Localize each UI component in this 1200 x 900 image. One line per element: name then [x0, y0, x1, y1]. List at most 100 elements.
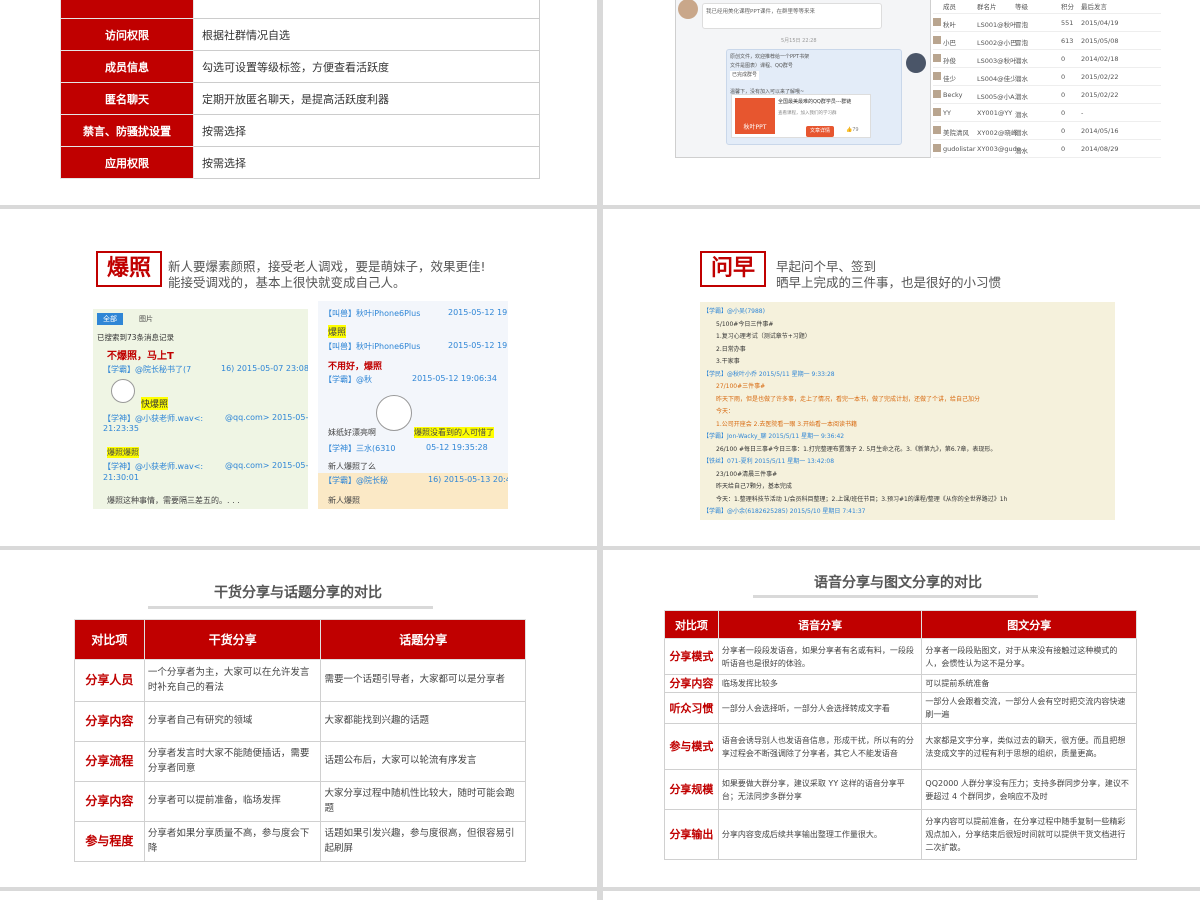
member-name: 孙俊: [943, 57, 956, 65]
slide-partial: [603, 891, 1200, 900]
slide-photo-tag[interactable]: 爆照 新人要爆素颜照，接受老人调戏，要是萌妹子，效果更佳! 能接受调戏的，基本上…: [0, 209, 597, 546]
chat-sender: 【学神】@小获老师.wav<:: [103, 414, 204, 423]
member-name: 秋叶: [943, 21, 956, 29]
avatar: [933, 18, 941, 26]
member-row[interactable]: Becky LS005@小A.. 潜水 0 2015/02/22: [933, 86, 1161, 104]
row-key: 分享流程: [74, 741, 145, 782]
chat-line: 3.干家事: [716, 358, 740, 365]
share-card[interactable]: 秋叶PPT 全国最美最难的QQ群学员---群链 查看课程，加入我们的学习群 文章…: [731, 94, 871, 138]
section-desc: 早起问个早、签到 晒早上完成的三件事，也是很好的小习惯: [776, 259, 1001, 291]
chat-line: 今天：1.整理科技节活动 1/会员科目整理；2.上课/班任节目；3.预习#1的课…: [716, 495, 1008, 503]
member-name: 小巴: [943, 39, 956, 47]
member-level: 潜水: [1015, 93, 1028, 101]
slide-chat-members[interactable]: 我已经用美化课程PPT课件，在群里等等来来 5月15日 22:28 原创文件，欢…: [603, 0, 1200, 205]
slide-compare-dry-vs-topic[interactable]: 干货分享与话题分享的对比 对比项 干货分享 话题分享 分享人员 一个分享者为主，大家可以…: [0, 550, 597, 887]
member-row[interactable]: gudolistar XY003@gudo.. 潜水 0 2014/08/29: [933, 140, 1161, 158]
member-card: XY001@YY: [977, 109, 1013, 117]
member-points: 0: [1061, 55, 1066, 63]
table-header-row: 对比项 干货分享 话题分享: [74, 619, 526, 660]
avatar: [933, 90, 941, 98]
cell: 话题公布后，大家可以轮流有序发言: [320, 741, 526, 782]
member-points: 0: [1061, 145, 1066, 153]
cell: 如果要做大群分享，建议采取 YY 这样的语音分享平台；无法同步多群分享: [717, 769, 923, 810]
member-points: 0: [1061, 91, 1066, 99]
chat-history-screenshot: 【叫兽】秋叶iPhone6Plus 2015-05-12 19:01 爆照 【叫…: [318, 301, 508, 509]
member-points: 0: [1061, 109, 1066, 117]
column-header: 等级: [1015, 3, 1028, 11]
compare-table: 对比项 干货分享 话题分享 分享人员 一个分享者为主，大家可以在允许发言时补充自己的看法…: [74, 619, 526, 862]
chat-line: 【学民】@秋叶小乔 2015/5/11 星期一 9:33:28: [703, 370, 835, 378]
cell: 分享者如果分享质量不高，参与度会下降: [143, 821, 322, 862]
row-key: 应用权限: [60, 146, 194, 179]
avatar: [933, 126, 941, 134]
table-row: 分享人员 一个分享者为主，大家可以在允许发言时补充自己的看法 需要一个话题引导者，大…: [74, 659, 526, 702]
table-row: 访问权限 根据社群情况自选: [60, 18, 540, 51]
column-header: 群名片: [977, 3, 997, 11]
card-button[interactable]: 文章详情: [806, 126, 835, 137]
row-key: 分享内容: [664, 674, 719, 693]
member-level: 潜水: [1015, 129, 1028, 137]
chat-time: 2015-05-12 19:06:34: [412, 374, 497, 383]
chat-line: 已完成群号: [730, 71, 760, 80]
cell: 分享内容可以提前准备，在分享过程中随手复制一些精彩观点加入，分享结束后很短时间就…: [921, 809, 1137, 860]
row-key: 访问权限: [60, 18, 194, 51]
chat-sender: 【学神】三水(6310: [324, 444, 396, 453]
chat-message: 不用好，爆照: [328, 362, 383, 372]
table-row: 应用权限 按需选择: [60, 146, 540, 179]
member-row[interactable]: 孙俊 LS003@秋叶.. 潜水 0 2014/02/18: [933, 50, 1161, 68]
chat-bubble: 我已经用美化课程PPT课件，在群里等等来来: [702, 3, 882, 29]
member-card: XY002@晓峰: [977, 129, 1018, 137]
member-level: 潜水: [1015, 111, 1028, 119]
member-header: 成员 群名片 等级 积分 最后发言: [933, 0, 1161, 14]
chat-time: @qq.com> 2015-05-: [225, 413, 308, 422]
cell: 大家都能找到兴趣的话题: [320, 701, 526, 742]
chat-line: 23/100#清晨三件事#: [716, 470, 778, 478]
compare-table: 对比项 语音分享 图文分享 分享模式 分享者一段段发语音，如果分享者有名或有料，一段段听…: [664, 610, 1137, 860]
chat-message: 爆照: [328, 325, 347, 338]
member-row[interactable]: 美院清风 XY002@晓峰 潜水 0 2014/05/16: [933, 122, 1161, 140]
chat-line: 5/100#今日三件事#: [716, 320, 774, 328]
slide-qq-permissions[interactable]: 访问权限 根据社群情况自选 成员信息 勾选可设置等级标签，方便查看活跃度 匿名聊天定…: [0, 0, 597, 205]
desc-line: 晒早上完成的三件事，也是很好的小习惯: [776, 275, 1002, 290]
permission-table: 访问权限 根据社群情况自选 成员信息 勾选可设置等级标签，方便查看活跃度 匿名聊天定…: [60, 0, 540, 179]
chat-date: 21:23:35: [103, 424, 139, 433]
member-row[interactable]: YY XY001@YY 潜水 0 -: [933, 104, 1161, 122]
row-key: 参与模式: [664, 723, 719, 770]
row-key: 听众习惯: [664, 692, 719, 724]
cell: 分享者可以提前准备，临场发挥: [143, 781, 322, 822]
row-value: 勾选可设置等级标签，方便查看活跃度: [193, 50, 540, 83]
chat-line: 2.日常办事: [716, 345, 746, 353]
chat-time: 2015-05-12 19:02: [448, 341, 508, 350]
member-name: 佳少: [943, 75, 956, 83]
like-count: 79: [852, 127, 859, 133]
member-date: 2015/05/08: [1081, 37, 1119, 45]
member-name: 美院清风: [943, 129, 969, 137]
chat-line: 今天：: [716, 408, 735, 415]
chat-line: 原创文件，欢迎推荐给一个PPT书架: [730, 54, 810, 60]
member-date: 2014/02/18: [1081, 55, 1119, 63]
column-header: 语音分享: [717, 610, 923, 639]
chat-sender: 【学霸】@院长秘书了(7: [103, 365, 192, 374]
table-row: 分享规模 如果要做大群分享，建议采取 YY 这样的语音分享平台；无法同步多群分享 Q…: [664, 769, 1137, 810]
chat-line: 26/100 #每日三事#今日三事：1.打完整理布置簿子 2. 5月生命之花。3…: [716, 445, 997, 453]
chat-line: 【学霸】@小吴(7988): [703, 308, 765, 315]
desc-line: 能接受调戏的，基本上很快就变成自己人。: [168, 275, 406, 290]
member-row[interactable]: 秋叶 LS001@秋叶 冒泡 551 2015/04/19: [933, 14, 1161, 32]
member-name: Becky: [943, 91, 963, 99]
table-row: 参与程度 分享者如果分享质量不高，参与度会下降 话题如果引发兴趣，参与度很高，但很容…: [74, 821, 526, 862]
member-level: 冒泡: [1015, 21, 1028, 29]
row-value: 按需选择: [193, 114, 540, 147]
row-value: 按需选择: [193, 146, 540, 179]
table-row: 禁言、防骚扰设置 按需选择: [60, 114, 540, 147]
tab-all[interactable]: 全部: [97, 313, 123, 325]
avatar: [933, 72, 941, 80]
member-date: 2015/02/22: [1081, 91, 1119, 99]
tab-images[interactable]: 图片: [139, 314, 153, 324]
table-row: 成员信息 勾选可设置等级标签，方便查看活跃度: [60, 50, 540, 83]
slide-compare-voice-vs-text[interactable]: 语音分享与图文分享的对比 对比项 语音分享 图文分享 分享模式 分享者一段段发语音，如果…: [603, 550, 1200, 887]
section-tag: 问早: [700, 251, 766, 287]
member-row[interactable]: 佳少 LS004@佳少.. 潜水 0 2015/02/22: [933, 68, 1161, 86]
slide-morning-checkin[interactable]: 问早 早起问个早、签到 晒早上完成的三件事，也是很好的小习惯 【学霸】@小吴(7…: [603, 209, 1200, 546]
member-row[interactable]: 小巴 LS002@小巴.. 冒泡 613 2015/05/08: [933, 32, 1161, 50]
column-header: 图文分享: [921, 610, 1137, 639]
